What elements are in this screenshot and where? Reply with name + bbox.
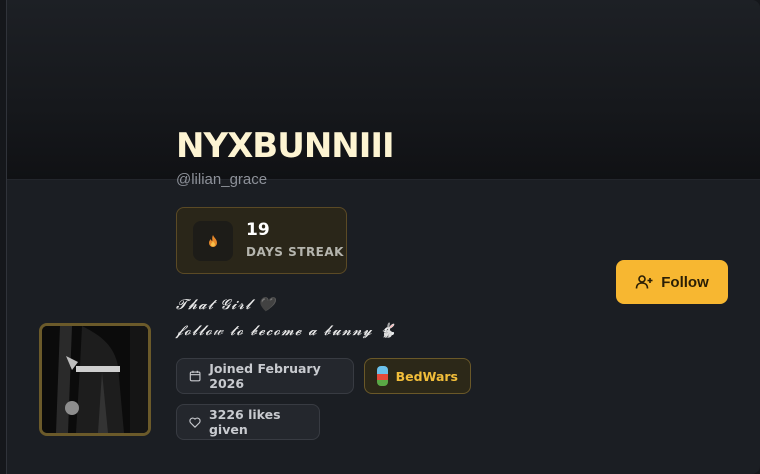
follow-button-label: Follow — [661, 273, 709, 291]
flame-icon — [193, 221, 233, 261]
follow-button[interactable]: Follow — [616, 260, 728, 304]
display-name: NYXBUNNIII — [176, 126, 395, 166]
likes-given-badge: 3226 likes given — [176, 404, 320, 440]
profile-card: NYXBUNNIII @lilian_grace 19 DAYS STREAK … — [6, 0, 760, 474]
calendar-icon — [189, 370, 201, 382]
add-user-icon — [635, 275, 653, 289]
likes-given-text: 3226 likes given — [208, 407, 281, 437]
bio-line: 𝓣𝓱𝓪𝓽 𝓖𝓲𝓻𝓵 🖤 — [176, 297, 277, 313]
username-handle: @lilian_grace — [176, 171, 268, 188]
avatar[interactable] — [39, 323, 151, 436]
game-badge-label: BedWars — [395, 368, 458, 384]
streak-card: 19 DAYS STREAK — [176, 207, 347, 274]
bedwars-icon — [377, 366, 388, 386]
streak-count: 19 — [246, 220, 270, 240]
profile-bio: 𝓣𝓱𝓪𝓽 𝓖𝓲𝓻𝓵 🖤 𝓯𝓸𝓵𝓵𝓸𝓌 𝓽𝓸 𝓫𝓮𝓬𝓸𝓶𝓮 𝓪 𝓫𝓾𝓷𝓷𝔂 🐇 — [176, 292, 398, 344]
joined-date-badge: Joined February 2026 — [176, 358, 354, 394]
streak-label: DAYS STREAK — [246, 245, 344, 259]
bio-line: 𝓯𝓸𝓵𝓵𝓸𝓌 𝓽𝓸 𝓫𝓮𝓬𝓸𝓶𝓮 𝓪 𝓫𝓾𝓷𝓷𝔂 🐇 — [176, 323, 398, 339]
avatar-image — [42, 326, 148, 433]
joined-date-text: Joined February 2026 — [209, 361, 321, 391]
game-badge-bedwars[interactable]: BedWars — [364, 358, 471, 394]
heart-icon — [189, 417, 201, 428]
